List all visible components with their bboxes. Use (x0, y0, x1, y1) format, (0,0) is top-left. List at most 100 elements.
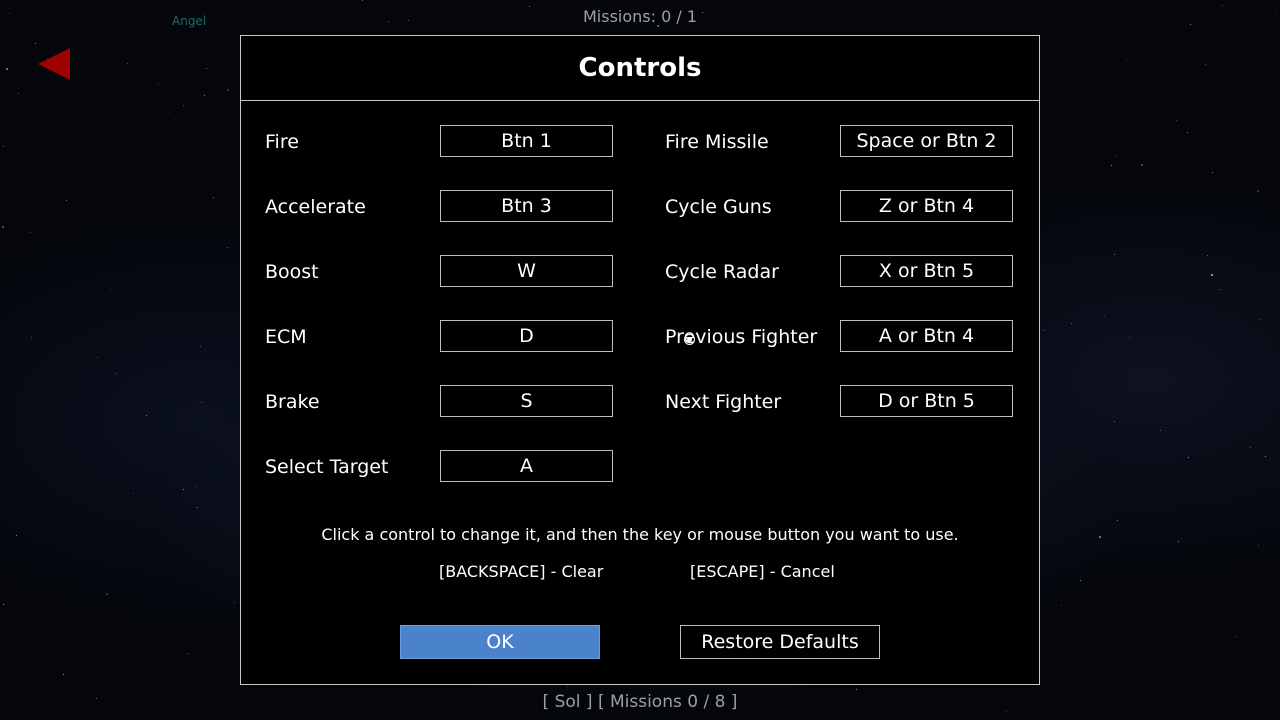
control-row-cycle-radar: Cycle Radar X or Btn 5 (665, 255, 1015, 320)
control-label: Cycle Radar (665, 261, 779, 283)
control-label: ECM (265, 326, 307, 348)
star (1044, 330, 1045, 331)
control-row-ecm: ECM D (265, 320, 615, 385)
star (1099, 536, 1101, 538)
star (213, 197, 214, 198)
star (1257, 190, 1259, 192)
ok-button[interactable]: OK (400, 625, 600, 659)
star (1222, 5, 1223, 6)
right-controls-column: Fire Missile Space or Btn 2 Cycle Guns Z… (665, 125, 1015, 450)
control-binding-button[interactable]: S (440, 385, 613, 417)
star (1258, 545, 1259, 546)
star (1116, 155, 1117, 156)
star (18, 93, 19, 94)
star (201, 402, 202, 403)
star (1212, 172, 1213, 173)
control-row-cycle-guns: Cycle Guns Z or Btn 4 (665, 190, 1015, 255)
star (31, 337, 32, 338)
control-binding-button[interactable]: X or Btn 5 (840, 255, 1013, 287)
star (146, 415, 147, 416)
star (1205, 64, 1206, 65)
star (1259, 319, 1260, 320)
control-label: Next Fighter (665, 391, 782, 413)
control-binding-button[interactable]: Btn 1 (440, 125, 613, 157)
restore-defaults-button[interactable]: Restore Defaults (680, 625, 880, 659)
control-binding-button[interactable]: Z or Btn 4 (840, 190, 1013, 222)
star (1071, 323, 1072, 324)
control-binding-button[interactable]: Btn 3 (440, 190, 613, 222)
dialog-header: Controls (241, 36, 1039, 101)
star (106, 593, 108, 595)
control-label: Boost (265, 261, 319, 283)
star (63, 674, 64, 675)
control-row-select-target: Select Target A (265, 450, 615, 515)
star (30, 232, 31, 233)
star (183, 489, 184, 490)
control-label: Cycle Guns (665, 196, 772, 218)
star (234, 602, 235, 603)
controls-dialog: Controls Fire Btn 1 Accelerate Btn 3 Boo… (240, 35, 1040, 685)
star (1111, 165, 1112, 166)
star (362, 0, 363, 1)
star (204, 95, 205, 96)
control-binding-button[interactable]: A (440, 450, 613, 482)
control-row-brake: Brake S (265, 385, 615, 450)
star (3, 604, 4, 605)
instructions-text: Click a control to change it, and then t… (321, 525, 959, 544)
control-binding-button[interactable]: W (440, 255, 613, 287)
cancel-hint: [ESCAPE] - Cancel (690, 562, 835, 581)
star (1126, 59, 1127, 60)
star (1219, 289, 1220, 290)
star (1188, 457, 1189, 458)
control-row-next-fighter: Next Fighter D or Btn 5 (665, 385, 1015, 450)
star (227, 247, 228, 248)
control-binding-button[interactable]: D or Btn 5 (840, 385, 1013, 417)
star (133, 493, 134, 494)
back-arrow-icon[interactable] (38, 48, 70, 80)
control-binding-button[interactable]: A or Btn 4 (840, 320, 1013, 352)
star (196, 486, 197, 487)
star (1080, 580, 1081, 581)
star (115, 373, 116, 374)
star (856, 689, 857, 690)
star (2, 226, 4, 228)
star (97, 357, 98, 358)
star (187, 653, 188, 654)
control-row-fire-missile: Fire Missile Space or Btn 2 (665, 125, 1015, 190)
star (183, 105, 184, 106)
left-controls-column: Fire Btn 1 Accelerate Btn 3 Boost W ECM … (265, 125, 615, 515)
clear-hint: [BACKSPACE] - Clear (439, 562, 604, 581)
control-row-previous-fighter: Previous Fighter A or Btn 4 (665, 320, 1015, 385)
star (1104, 316, 1105, 317)
star (1211, 274, 1213, 276)
control-row-boost: Boost W (265, 255, 615, 320)
star (1265, 456, 1266, 457)
control-binding-button[interactable]: Space or Btn 2 (840, 125, 1013, 157)
control-row-accelerate: Accelerate Btn 3 (265, 190, 615, 255)
star (110, 289, 111, 290)
star (1250, 447, 1251, 448)
star (1178, 541, 1179, 542)
control-label: Select Target (265, 456, 389, 478)
system-missions-status: [ Sol ] [ Missions 0 / 8 ] (542, 692, 738, 712)
star (35, 43, 36, 44)
star (16, 535, 17, 536)
star (206, 68, 207, 69)
star (200, 346, 201, 347)
star (158, 84, 159, 85)
star (174, 118, 175, 119)
star (567, 686, 568, 687)
star (127, 63, 128, 64)
star (227, 89, 229, 91)
star (197, 507, 198, 508)
star (1114, 421, 1115, 422)
star (1176, 120, 1177, 121)
cursor-ring-icon (684, 334, 695, 345)
star (1061, 605, 1062, 606)
missions-counter: Missions: 0 / 1 (582, 7, 698, 26)
star (6, 68, 8, 70)
control-binding-button[interactable]: D (440, 320, 613, 352)
star (1141, 164, 1143, 166)
star (3, 146, 4, 147)
control-row-fire: Fire Btn 1 (265, 125, 615, 190)
